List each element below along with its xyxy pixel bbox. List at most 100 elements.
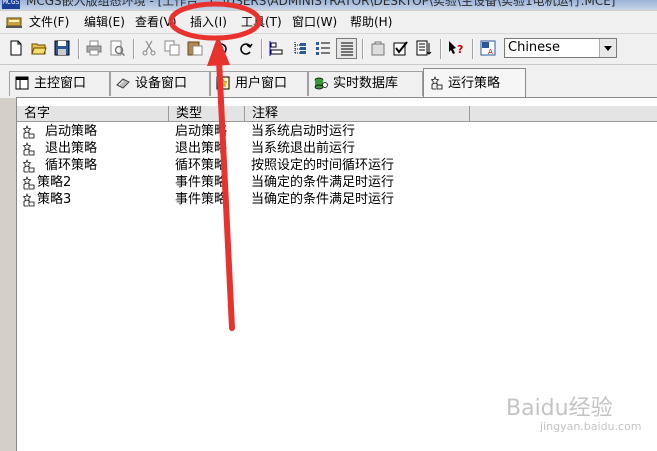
tab-label: 运行策略 bbox=[448, 76, 501, 91]
column-header-type[interactable]: 类型 bbox=[169, 106, 245, 121]
row-type: 事件策略 bbox=[175, 192, 228, 207]
redo-icon bbox=[240, 43, 253, 55]
open-button[interactable] bbox=[29, 38, 50, 59]
row-name: 循环策略 bbox=[45, 158, 98, 173]
language-select[interactable]: Chinese bbox=[504, 38, 617, 58]
new-icon bbox=[10, 40, 22, 56]
tab-label: 设备窗口 bbox=[135, 76, 188, 91]
copy-button[interactable] bbox=[162, 38, 183, 59]
strategy-icon bbox=[430, 76, 443, 90]
save-icon bbox=[54, 40, 70, 56]
details-icon bbox=[341, 42, 353, 56]
print-preview-icon bbox=[110, 40, 125, 56]
open-icon bbox=[31, 43, 47, 55]
toolbar-separator bbox=[133, 39, 135, 59]
language-button[interactable]: A bbox=[478, 38, 499, 59]
row-note: 按照设定的时间循环运行 bbox=[251, 158, 395, 173]
copy-icon bbox=[164, 40, 180, 56]
check-button[interactable] bbox=[391, 38, 412, 59]
help-context-button[interactable]: ? bbox=[446, 38, 467, 59]
row-type: 退出策略 bbox=[175, 141, 228, 156]
print-icon bbox=[86, 40, 102, 56]
tab-label: 实时数据库 bbox=[333, 76, 399, 91]
window-title: MCGS嵌入版组态环境 - [工作台 : C:\USERS\ADMINISTRA… bbox=[26, 0, 616, 8]
list-item[interactable]: 循环策略 循环策略 按照设定的时间循环运行 bbox=[17, 157, 437, 174]
strategy-icon bbox=[22, 142, 35, 156]
title-bar: MCGS MCGS嵌入版组态环境 - [工作台 : C:\USERS\ADMIN… bbox=[0, 0, 657, 10]
row-note: 当确定的条件满足时运行 bbox=[251, 192, 395, 207]
align-icon bbox=[269, 41, 283, 56]
strategy-icon bbox=[22, 159, 35, 173]
strategy-icon bbox=[22, 193, 35, 207]
svg-text:?: ? bbox=[457, 43, 463, 56]
svg-text:A: A bbox=[488, 48, 493, 56]
help-context-icon: ? bbox=[449, 41, 463, 56]
details-view-button[interactable] bbox=[336, 38, 357, 59]
row-name: 策略2 bbox=[37, 175, 72, 190]
cut-button[interactable] bbox=[139, 38, 160, 59]
tab-run-strategy[interactable]: 运行策略 bbox=[423, 68, 526, 98]
properties-icon bbox=[371, 41, 385, 56]
sort-button[interactable] bbox=[414, 38, 435, 59]
paste-button[interactable] bbox=[185, 38, 206, 59]
row-name: 启动策略 bbox=[45, 124, 98, 139]
menu-tools[interactable]: 工具(T) bbox=[241, 14, 282, 30]
user-window-icon bbox=[216, 76, 230, 90]
new-button[interactable] bbox=[6, 38, 27, 59]
tab-realtime-database[interactable]: 实时数据库 bbox=[308, 71, 423, 96]
undo-button[interactable] bbox=[212, 38, 233, 59]
menu-view[interactable]: 查看(V) bbox=[135, 14, 177, 30]
workspace-tabs: 主控窗口 设备窗口 用户窗口 实时数据库 运行策略 bbox=[0, 65, 657, 98]
language-select-value: Chinese bbox=[508, 40, 560, 55]
row-note: 当确定的条件满足时运行 bbox=[251, 175, 395, 190]
toolbar-separator bbox=[472, 39, 474, 59]
system-menu-icon[interactable] bbox=[6, 15, 22, 29]
tab-user-window[interactable]: 用户窗口 bbox=[210, 71, 308, 96]
check-icon bbox=[393, 41, 408, 56]
paste-icon bbox=[187, 41, 203, 56]
strategy-icon bbox=[22, 125, 35, 139]
tab-main-window[interactable]: 主控窗口 bbox=[9, 71, 110, 96]
list-icon bbox=[316, 42, 330, 55]
list-item[interactable]: 策略2 事件策略 当确定的条件满足时运行 bbox=[17, 174, 437, 191]
dropdown-button[interactable] bbox=[599, 39, 616, 57]
menu-edit[interactable]: 编辑(E) bbox=[84, 14, 125, 30]
undo-icon bbox=[214, 43, 227, 55]
print-button[interactable] bbox=[84, 38, 105, 59]
tab-label: 用户窗口 bbox=[235, 76, 288, 91]
menu-window[interactable]: 窗口(W) bbox=[292, 14, 337, 30]
align-button[interactable] bbox=[267, 38, 288, 59]
list-header: 名字 类型 注释 bbox=[17, 106, 657, 122]
watermark-logo: Baidu经验 bbox=[506, 396, 613, 421]
language-icon: A bbox=[480, 40, 496, 56]
row-name: 退出策略 bbox=[45, 141, 98, 156]
toolbar-separator bbox=[261, 39, 263, 59]
row-name: 策略3 bbox=[37, 192, 72, 207]
column-header-name[interactable]: 名字 bbox=[17, 106, 169, 121]
toolbar-separator bbox=[362, 39, 364, 59]
cut-icon bbox=[142, 40, 156, 56]
row-note: 当系统退出前运行 bbox=[251, 141, 356, 156]
app-icon: MCGS bbox=[2, 0, 20, 9]
redo-button[interactable] bbox=[235, 38, 256, 59]
sort-icon bbox=[416, 40, 432, 56]
save-button[interactable] bbox=[52, 38, 73, 59]
list-view-button[interactable] bbox=[313, 38, 334, 59]
row-type: 事件策略 bbox=[175, 175, 228, 190]
list-item[interactable]: 启动策略 启动策略 当系统启动时运行 bbox=[17, 123, 437, 140]
toolbar-separator bbox=[78, 39, 80, 59]
list-item[interactable]: 策略3 事件策略 当确定的条件满足时运行 bbox=[17, 191, 437, 208]
row-note: 当系统启动时运行 bbox=[251, 124, 356, 139]
toolbar-separator bbox=[440, 39, 442, 59]
column-header-note[interactable]: 注释 bbox=[245, 106, 470, 121]
watermark-url: jingyan.baidu.com bbox=[540, 420, 642, 433]
list-item[interactable]: 退出策略 退出策略 当系统退出前运行 bbox=[17, 140, 437, 157]
menu-insert[interactable]: 插入(I) bbox=[190, 14, 227, 30]
menu-help[interactable]: 帮助(H) bbox=[350, 14, 392, 30]
device-window-icon bbox=[116, 78, 130, 89]
menu-file[interactable]: 文件(F) bbox=[29, 14, 69, 30]
properties-button[interactable] bbox=[368, 38, 389, 59]
tree-view-button[interactable] bbox=[290, 38, 311, 59]
print-preview-button[interactable] bbox=[107, 38, 128, 59]
tab-device-window[interactable]: 设备窗口 bbox=[110, 71, 210, 96]
